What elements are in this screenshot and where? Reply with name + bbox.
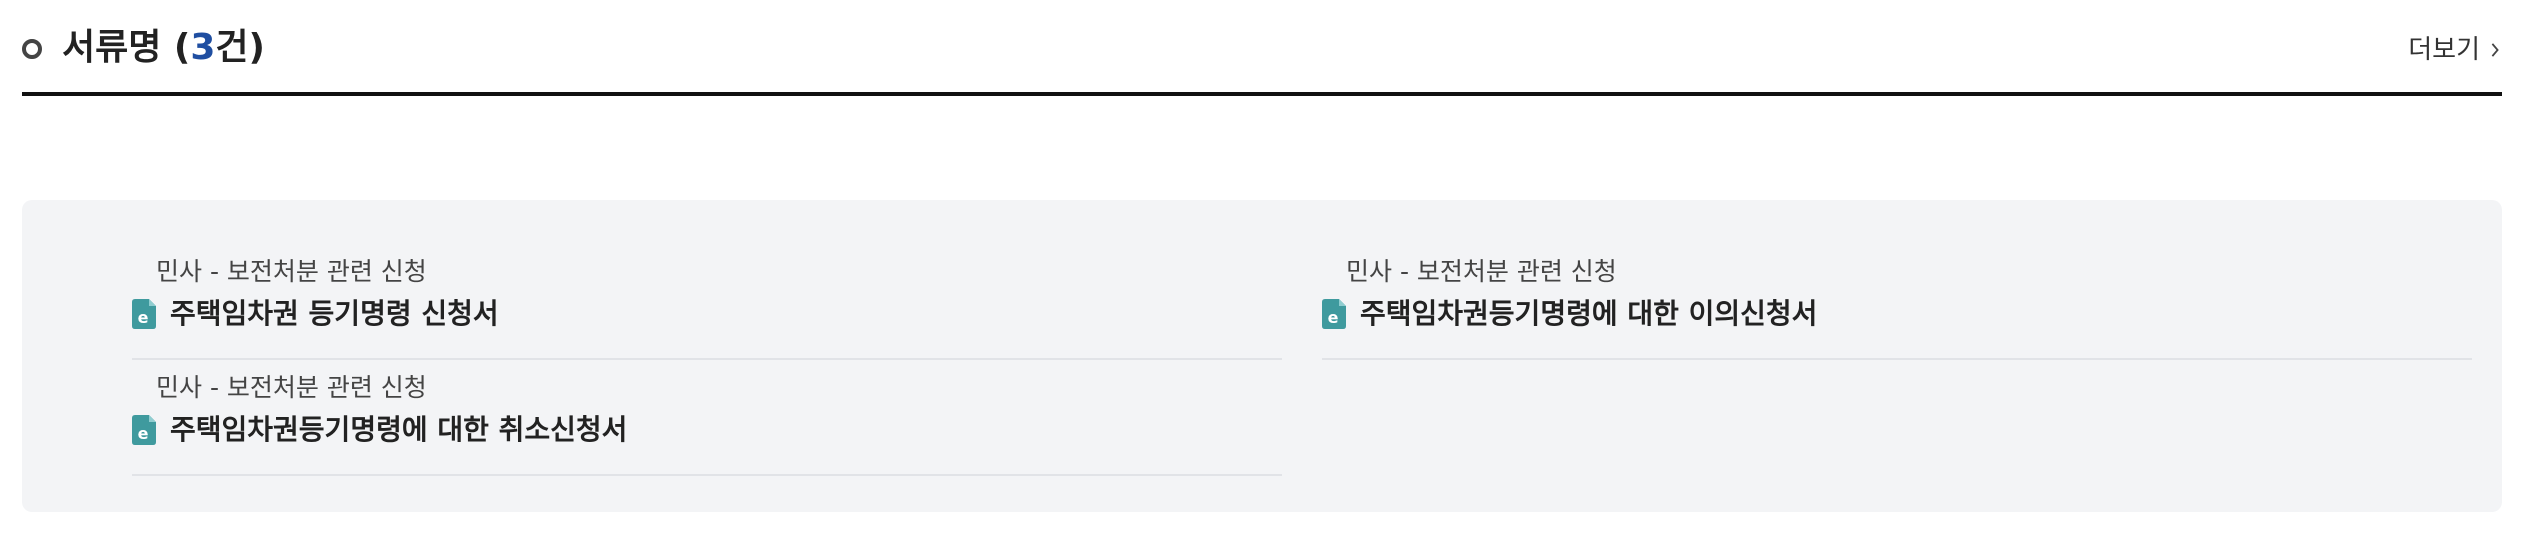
document-name: 주택임차권 등기명령 신청서 xyxy=(170,297,499,330)
section-title: 서류명 (3건) xyxy=(62,22,265,74)
document-item: 민사 - 보전처분 관련 신청 e 주택임차권 등기명령 신청서 xyxy=(132,244,1282,360)
e-document-icon: e xyxy=(132,299,156,329)
more-link[interactable]: 더보기 xyxy=(2408,30,2502,70)
document-category: 민사 - 보전처분 관련 신청 xyxy=(156,257,427,286)
title-prefix: 서류명 ( xyxy=(62,27,191,68)
svg-text:e: e xyxy=(138,424,149,443)
document-link[interactable]: e 주택임차권등기명령에 대한 취소신청서 xyxy=(132,410,627,450)
document-name: 주택임차권등기명령에 대한 이의신청서 xyxy=(1360,297,1818,330)
svg-text:e: e xyxy=(1328,308,1339,327)
document-link[interactable]: e 주택임차권 등기명령 신청서 xyxy=(132,294,499,334)
document-column-right: 민사 - 보전처분 관련 신청 e 주택임차권등기명령에 대한 이의신청서 xyxy=(1322,244,2472,360)
circle-bullet-icon xyxy=(22,39,42,59)
e-document-icon: e xyxy=(1322,299,1346,329)
title-suffix: 건) xyxy=(215,27,265,68)
document-name: 주택임차권등기명령에 대한 취소신청서 xyxy=(170,413,628,446)
result-count: 3 xyxy=(190,27,216,68)
section-header: 서류명 (3건) 더보기 xyxy=(22,0,2502,96)
svg-text:e: e xyxy=(138,308,149,327)
document-item: 민사 - 보전처분 관련 신청 e 주택임차권등기명령에 대한 취소신청서 xyxy=(132,360,1282,476)
document-category: 민사 - 보전처분 관련 신청 xyxy=(1346,257,1617,286)
chevron-right-icon xyxy=(2491,43,2499,57)
more-label: 더보기 xyxy=(2408,35,2480,65)
document-item: 민사 - 보전처분 관련 신청 e 주택임차권등기명령에 대한 이의신청서 xyxy=(1322,244,2472,360)
document-link[interactable]: e 주택임차권등기명령에 대한 이의신청서 xyxy=(1322,294,1817,334)
document-column-left: 민사 - 보전처분 관련 신청 e 주택임차권 등기명령 신청서 민사 - 보전… xyxy=(132,244,1282,476)
document-category: 민사 - 보전처분 관련 신청 xyxy=(156,373,427,402)
document-list-panel: 민사 - 보전처분 관련 신청 e 주택임차권 등기명령 신청서 민사 - 보전… xyxy=(22,200,2502,512)
e-document-icon: e xyxy=(132,415,156,445)
